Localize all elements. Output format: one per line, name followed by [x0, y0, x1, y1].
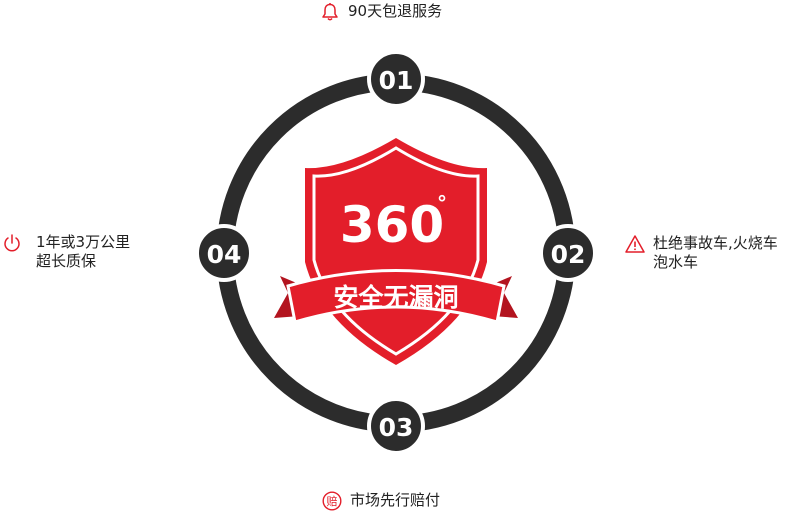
banner-text: 安全无漏洞 — [333, 283, 458, 312]
feature-refund: 90天包退服务 — [320, 2, 442, 22]
node-01: 01 — [367, 50, 425, 108]
node-03-label: 03 — [379, 413, 414, 442]
guarantee-diagram: 360 ° 安全无漏洞 01 02 03 04 90天包退服务 杜绝事故车,火烧… — [0, 0, 809, 514]
feature-warranty-line-1: 1年或3万公里 — [36, 233, 131, 251]
node-03: 03 — [367, 397, 425, 455]
feature-refund-line-1: 90天包退服务 — [348, 2, 443, 20]
node-01-label: 01 — [379, 66, 414, 95]
bell-icon — [322, 3, 338, 21]
shield-number: 360 — [340, 196, 444, 254]
feature-no-accident: 杜绝事故车,火烧车 泡水车 — [625, 234, 778, 272]
feature-no-accident-line-2: 泡水车 — [653, 253, 699, 271]
feature-no-accident-line-1: 杜绝事故车,火烧车 — [653, 234, 778, 252]
compensation-icon-glyph: 赔 — [327, 494, 338, 508]
node-04: 04 — [195, 224, 253, 282]
power-icon — [4, 234, 20, 252]
compensation-icon: 赔 — [322, 491, 342, 511]
node-02: 02 — [539, 224, 597, 282]
node-04-label: 04 — [207, 240, 242, 269]
feature-compensation-line-1: 市场先行赔付 — [350, 491, 441, 509]
feature-warranty: 1年或3万公里 超长质保 — [2, 233, 130, 271]
warning-icon — [625, 235, 645, 253]
node-02-label: 02 — [551, 240, 586, 269]
feature-compensation: 赔 市场先行赔付 — [322, 491, 440, 511]
shield-degree: ° — [437, 191, 447, 215]
feature-warranty-line-2: 超长质保 — [36, 252, 97, 270]
